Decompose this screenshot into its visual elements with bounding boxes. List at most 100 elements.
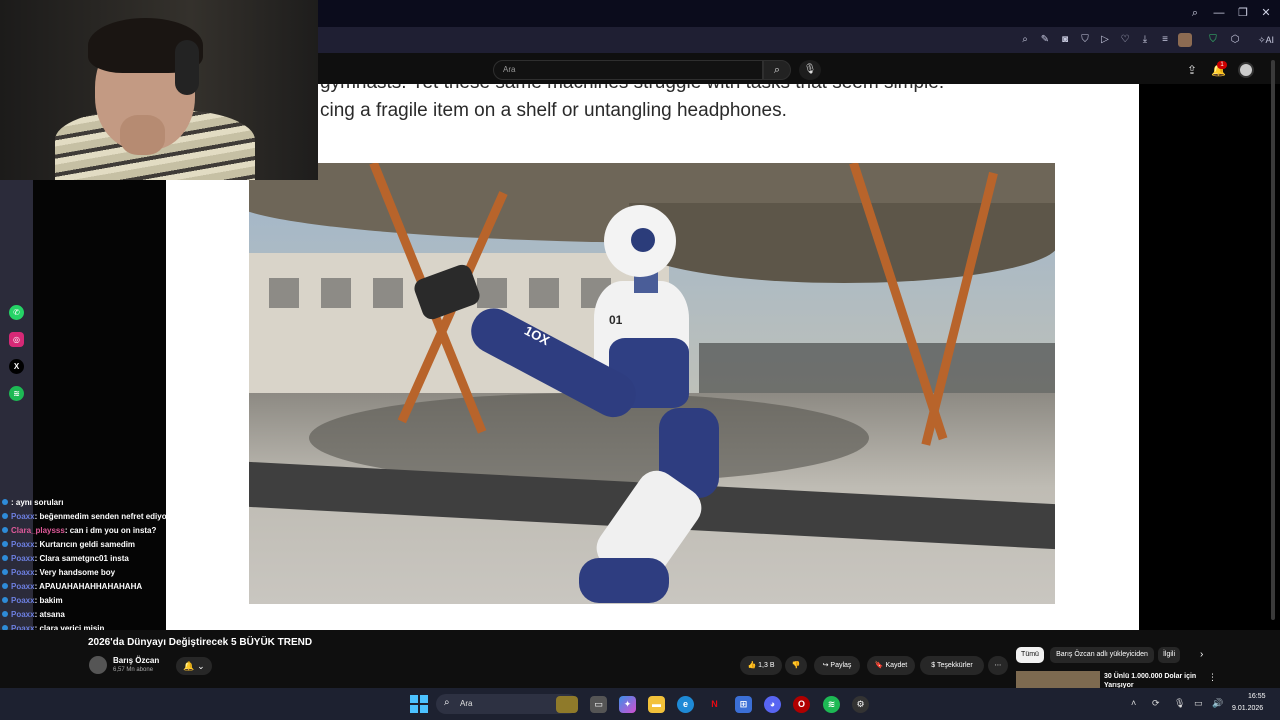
store-icon[interactable]: ⊞ [735,696,752,713]
chat-text: : bakim [34,596,63,605]
search-placeholder: Ara [503,65,516,74]
netflix-icon[interactable]: N [706,696,723,713]
microphone-icon: 🎙 [803,64,817,75]
robot-foot [579,558,669,603]
task-view-icon[interactable]: ▭ [590,696,607,713]
heart-icon[interactable]: ♡ [1118,33,1132,47]
save-label: Kaydet [885,662,908,669]
chat-text: : Very handsome boy [34,568,116,577]
dislike-button[interactable]: 👎 [785,656,807,675]
close-icon[interactable]: ✕ [1259,6,1273,20]
camera-icon[interactable]: ◙ [1058,33,1072,47]
profile-avatar-icon[interactable] [1178,33,1192,47]
search-icon: ⌕ [444,697,450,708]
maximize-icon[interactable]: ❐ [1236,6,1250,20]
more-vert-icon[interactable]: ⋮ [1208,672,1217,683]
zoom-icon[interactable]: ⌕ [1018,33,1032,47]
chip-uploads[interactable]: Barış Özcan adlı yükleyiciden [1050,647,1154,663]
download-icon[interactable]: ⤓ [1138,33,1152,47]
mic-tray-icon[interactable]: 🎙 [1174,698,1185,709]
chat-username[interactable]: Poaxx [11,568,35,577]
video-title[interactable]: 2026'da Dünyayı Değiştirecek 5 BÜYÜK TRE… [88,637,312,648]
robot-video[interactable]: 01 1OX [249,163,1055,604]
chat-username[interactable]: Clara_playsss [11,526,65,535]
thanks-button[interactable]: $ Teşekkürler [920,656,984,675]
taskbar-search-label: Ara [460,699,473,708]
minimize-icon[interactable]: — [1212,6,1226,20]
extension-icon[interactable]: ⬡ [1228,33,1242,47]
search-icon[interactable]: ⌕ [1188,6,1202,20]
bell-icon: 🔔 ⌄ [183,661,205,671]
steam-icon[interactable]: ⚙ [852,696,869,713]
display-tray-icon[interactable]: ▭ [1194,698,1203,709]
tray-chevron-icon[interactable]: ˄ [1131,698,1136,708]
more-icon: ⋯ [994,662,1002,669]
chat-username[interactable]: Poaxx [11,554,35,563]
account-avatar[interactable] [1238,62,1254,78]
thumbs-up-icon: 👍 [747,662,757,669]
badge-icon [2,611,8,617]
play-icon[interactable]: ▷ [1098,33,1112,47]
badge-icon [2,597,8,603]
badge-icon [2,555,8,561]
windows-start-icon[interactable] [410,695,428,713]
badge-icon [2,569,8,575]
channel-avatar[interactable] [89,656,107,674]
clock-date[interactable]: 9.01.2026 [1232,705,1263,712]
article-text: cing a fragile item on a shelf or untang… [320,100,787,121]
thumbs-down-icon: 👎 [791,662,801,669]
notification-bell-button[interactable]: 🔔 ⌄ [176,657,212,675]
spotify-taskbar-icon[interactable]: ≋ [823,696,840,713]
badge-icon [2,499,8,505]
whatsapp-icon: ✆ [9,305,24,320]
chat-username[interactable]: Poaxx [11,610,35,619]
chat-username[interactable]: Poaxx [11,582,35,591]
search-button[interactable]: ⌕ [763,60,791,80]
create-icon[interactable]: ⇪ [1187,63,1197,77]
save-button[interactable]: 🔖 Kaydet [867,656,915,675]
robot-eye [631,228,655,252]
share-button[interactable]: ↪ Paylaş [814,656,860,675]
chat-username[interactable]: Poaxx [11,540,35,549]
bookmark-icon: 🔖 [874,662,884,669]
like-button[interactable]: 👍 1,3 B [740,656,782,675]
chat-username[interactable]: Poaxx [11,512,35,521]
tray-app-icon[interactable]: ⟳ [1152,698,1160,709]
thanks-label: Teşekkürler [936,662,973,669]
shield-icon[interactable]: ⛉ [1078,33,1092,47]
chevron-right-icon[interactable]: › [1200,649,1203,660]
chat-message: Poaxx: bakim [2,594,172,608]
edit-icon[interactable]: ✎ [1038,33,1052,47]
ai-icon[interactable]: ✧AI [1256,33,1276,47]
discord-icon[interactable]: ◕ [764,696,781,713]
edge-icon[interactable]: e [677,696,694,713]
chat-username[interactable]: Poaxx [11,596,35,605]
copilot-icon[interactable]: ✦ [619,696,636,713]
more-button[interactable]: ⋯ [988,656,1008,675]
share-label: Paylaş [830,662,852,669]
recommendation-thumbnail[interactable] [1016,671,1100,688]
chip-all[interactable]: Tümü [1016,647,1044,663]
right-dark-area [1139,84,1280,630]
robot-chest-label: 01 [609,313,623,327]
chat-text: : Clara sametgnc01 insta [34,554,129,563]
search-icon: ⌕ [773,64,781,76]
search-input[interactable]: Ara [493,60,763,80]
opera-icon[interactable]: O [793,696,810,713]
instagram-icon: ◎ [9,332,24,347]
chat-message: Poaxx: Clara sametgnc01 insta [2,552,172,566]
vpn-shield-icon[interactable]: ⛉ [1206,33,1220,47]
chat-message: Clara_playsss: can i dm you on insta? [2,524,172,538]
volume-icon[interactable]: 🔊 [1212,698,1223,709]
chip-related[interactable]: İlgili [1158,647,1180,663]
widget-icon[interactable] [556,696,578,713]
channel-name[interactable]: Barış Özcan [113,656,159,665]
scrollbar[interactable] [1271,60,1275,620]
menu-icon[interactable]: ≡ [1158,33,1172,47]
clock-time[interactable]: 16:55 [1248,693,1266,700]
voice-search-button[interactable]: 🎙 [799,60,821,80]
streamer-hand [120,115,165,155]
badge-icon [2,513,8,519]
chat-message: Poaxx: atsana [2,608,172,622]
file-explorer-icon[interactable]: ▬ [648,696,665,713]
